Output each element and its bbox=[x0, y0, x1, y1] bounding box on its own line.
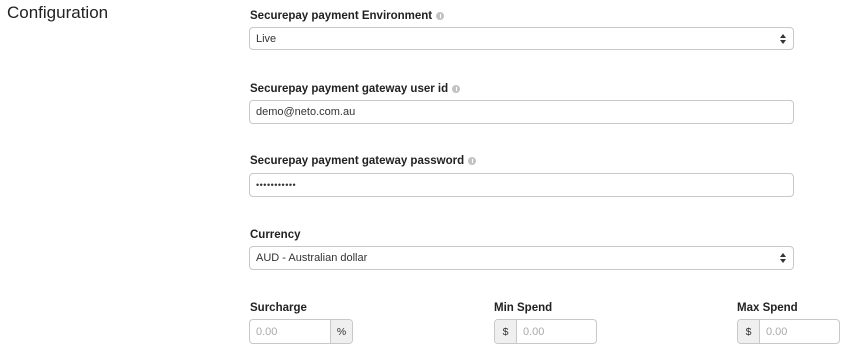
environment-select[interactable]: Live bbox=[249, 27, 794, 50]
max-spend-label-text: Max Spend bbox=[737, 302, 798, 314]
surcharge-input-group[interactable]: 0.00 % bbox=[249, 319, 353, 344]
dollar-addon: $ bbox=[495, 320, 517, 343]
select-arrows-icon bbox=[777, 253, 789, 263]
section-title: Configuration bbox=[7, 3, 109, 22]
max-spend-placeholder: 0.00 bbox=[766, 325, 788, 338]
environment-label-text: Securepay payment Environment bbox=[250, 10, 433, 22]
currency-label-text: Currency bbox=[250, 229, 301, 241]
info-icon[interactable] bbox=[436, 12, 445, 20]
user-id-label-text: Securepay payment gateway user id bbox=[250, 83, 449, 95]
percent-addon: % bbox=[330, 320, 352, 343]
min-spend-input-group[interactable]: $ 0.00 bbox=[494, 319, 597, 344]
surcharge-label: Surcharge bbox=[250, 302, 307, 314]
currency-select[interactable]: AUD - Australian dollar bbox=[249, 246, 794, 270]
currency-label: Currency bbox=[250, 229, 301, 241]
select-arrows-icon bbox=[777, 33, 789, 44]
password-input[interactable]: ••••••••••• bbox=[249, 173, 794, 197]
min-spend-label: Min Spend bbox=[494, 302, 552, 314]
min-spend-placeholder: 0.00 bbox=[523, 325, 545, 338]
max-spend-input-group[interactable]: $ 0.00 bbox=[737, 319, 840, 344]
info-icon[interactable] bbox=[452, 85, 461, 93]
surcharge-placeholder: 0.00 bbox=[256, 325, 278, 338]
user-id-label: Securepay payment gateway user id bbox=[250, 83, 461, 95]
password-value: ••••••••••• bbox=[256, 180, 297, 190]
currency-selected-value: AUD - Australian dollar bbox=[256, 252, 368, 264]
info-icon[interactable] bbox=[468, 157, 477, 165]
environment-selected-value: Live bbox=[256, 32, 277, 45]
password-label: Securepay payment gateway password bbox=[250, 155, 477, 167]
user-id-value: demo@neto.com.au bbox=[256, 106, 356, 118]
dollar-addon: $ bbox=[738, 320, 760, 343]
environment-label: Securepay payment Environment bbox=[250, 10, 445, 22]
user-id-input[interactable]: demo@neto.com.au bbox=[249, 100, 794, 124]
max-spend-label: Max Spend bbox=[737, 302, 798, 314]
min-spend-label-text: Min Spend bbox=[494, 302, 553, 314]
surcharge-label-text: Surcharge bbox=[250, 302, 307, 314]
password-label-text: Securepay payment gateway password bbox=[250, 155, 465, 167]
